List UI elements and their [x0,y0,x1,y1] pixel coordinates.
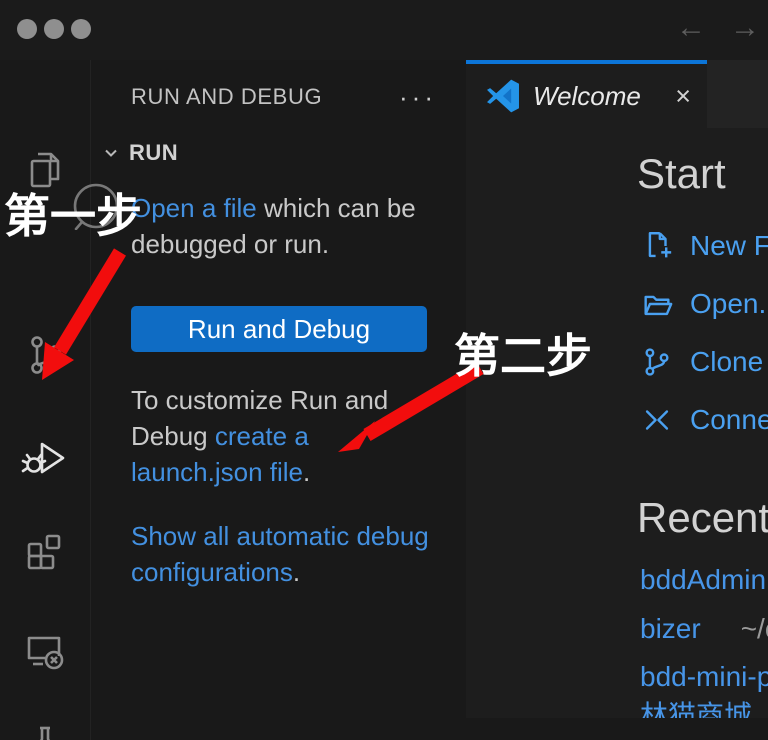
recent-item-name[interactable]: bddAdminI [640,564,768,595]
new-file-icon [640,229,674,263]
title-bar: ← → [0,0,768,60]
run-and-debug-icon[interactable] [21,434,69,482]
editor-group: Welcome × Start New File... Open... [466,60,768,740]
recent-item-path: ~/c [741,613,768,644]
panel-title: RUN AND DEBUG [131,84,322,110]
welcome-page: Start New File... Open... Clone Git Repo… [466,128,768,718]
git-branch-icon [640,345,674,379]
run-and-debug-panel: RUN AND DEBUG ··· RUN Open a file which … [90,60,466,740]
recent-item-name[interactable]: bdd-mini-p [640,661,768,692]
show-configs-period: . [293,557,300,587]
run-section-header[interactable]: RUN [101,140,178,166]
customize-period: . [303,457,310,487]
open-a-file-link[interactable]: Open a file [131,193,257,223]
start-item-clone[interactable]: Clone Git Repository... [640,342,768,382]
recent-heading: Recent [637,494,768,542]
start-item-label: New File... [690,230,768,262]
recent-item[interactable]: 林猫商城 [640,699,768,718]
start-item-label: Connect to... [690,404,768,436]
run-section-label: RUN [129,140,178,166]
nav-forward-icon[interactable]: → [730,8,760,48]
traffic-light-zoom-icon[interactable] [71,19,91,39]
recent-item[interactable]: bdd-mini-p [640,660,768,694]
recent-item-name[interactable]: bizer [640,613,701,644]
extensions-icon[interactable] [21,528,69,576]
activity-bar [0,60,90,740]
panel-header: RUN AND DEBUG ··· [131,84,443,110]
customize-paragraph: To customize Run and Debug create a laun… [131,382,433,490]
recent-item[interactable]: bddAdminI [640,563,768,597]
remote-explorer-icon[interactable] [21,626,69,674]
start-heading: Start [637,150,726,198]
testing-icon[interactable] [21,721,69,740]
open-folder-icon [640,287,674,321]
start-item-new-file[interactable]: New File... [640,226,768,266]
nav-back-icon[interactable]: ← [676,8,706,48]
recent-item-name[interactable]: 林猫商城 [640,700,752,718]
step2-annotation: 第二步 [454,320,592,386]
open-file-paragraph: Open a file which can be debugged or run… [131,190,433,262]
source-control-icon[interactable] [21,331,69,379]
tab-welcome[interactable]: Welcome × [466,60,707,128]
vscode-logo-icon [486,79,520,113]
start-item-label: Open... [690,288,768,320]
show-configs-paragraph: Show all automatic debug configurations. [131,518,433,590]
start-item-connect[interactable]: Connect to... [640,400,768,440]
run-and-debug-button[interactable]: Run and Debug [131,306,427,352]
show-all-configs-link[interactable]: Show all automatic debug configurations [131,521,429,587]
editor-bottom-strip [466,718,768,740]
close-icon[interactable]: × [675,82,691,110]
tab-bar: Welcome × [466,60,768,128]
chevron-down-icon [101,143,121,163]
more-actions-icon[interactable]: ··· [399,87,437,107]
remote-connect-icon [640,403,674,437]
traffic-light-close-icon[interactable] [17,19,37,39]
traffic-light-minimize-icon[interactable] [44,19,64,39]
start-item-open[interactable]: Open... [640,284,768,324]
start-item-label: Clone Git Repository... [690,346,768,378]
tab-title: Welcome [533,81,641,112]
step1-annotation: 第一步 [4,180,142,246]
recent-item[interactable]: bizer ~/c [640,612,768,646]
